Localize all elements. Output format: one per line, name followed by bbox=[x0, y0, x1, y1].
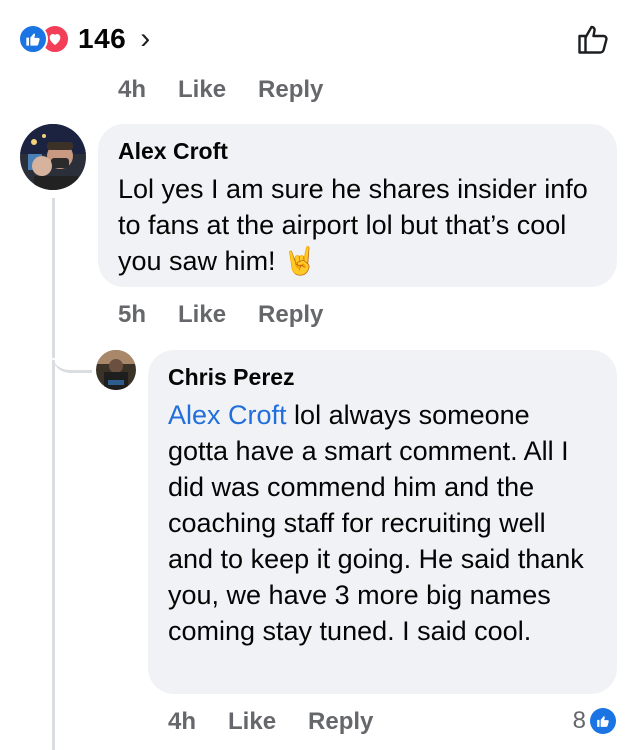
comment-body: Lol yes I am sure he shares insider info… bbox=[118, 174, 588, 276]
reply-action[interactable]: Reply bbox=[258, 301, 323, 329]
reaction-summary[interactable]: 146 › bbox=[18, 22, 150, 56]
reply-action[interactable]: Reply bbox=[258, 76, 323, 104]
mention-link[interactable]: Alex Croft bbox=[168, 400, 287, 430]
comment-text: Lol yes I am sure he shares insider info… bbox=[118, 171, 597, 279]
comment-bubble-chris: Chris Perez Alex Croft lol always someon… bbox=[148, 350, 617, 694]
comment-body: lol always someone gotta have a smart co… bbox=[168, 400, 584, 646]
reply-action[interactable]: Reply bbox=[308, 708, 373, 736]
like-button-icon[interactable] bbox=[574, 20, 612, 58]
like-reaction-icon bbox=[18, 24, 48, 54]
comment-actions-alex: 5h Like Reply bbox=[118, 301, 323, 329]
thread-line-lower bbox=[52, 360, 55, 750]
comment-time: 5h bbox=[118, 301, 147, 328]
like-reaction-icon bbox=[590, 708, 616, 734]
comment-bubble-alex: Alex Croft Lol yes I am sure he shares i… bbox=[98, 124, 617, 287]
rock-on-emoji-icon: 🤘 bbox=[283, 246, 317, 276]
like-action[interactable]: Like bbox=[228, 708, 276, 736]
comment-author[interactable]: Chris Perez bbox=[168, 364, 597, 391]
like-count-value: 8 bbox=[572, 707, 586, 734]
comment-text: Alex Croft lol always someone gotta have… bbox=[168, 397, 597, 649]
avatar-alex[interactable] bbox=[20, 124, 86, 190]
like-action[interactable]: Like bbox=[178, 76, 226, 104]
thread-line bbox=[52, 198, 55, 358]
top-comment-actions: 4h Like Reply bbox=[118, 76, 323, 104]
chevron-right-icon: › bbox=[140, 22, 151, 55]
comment-time: 4h bbox=[118, 76, 147, 103]
avatar-chris[interactable] bbox=[96, 350, 136, 390]
reaction-count: 146 bbox=[78, 23, 127, 54]
like-action[interactable]: Like bbox=[178, 301, 226, 329]
comment-actions-chris: 4h Like Reply bbox=[168, 708, 373, 736]
comment-author[interactable]: Alex Croft bbox=[118, 138, 597, 165]
comment-like-count[interactable]: 8 bbox=[573, 707, 616, 735]
thread-connector bbox=[52, 340, 92, 373]
comment-time: 4h bbox=[168, 708, 197, 735]
